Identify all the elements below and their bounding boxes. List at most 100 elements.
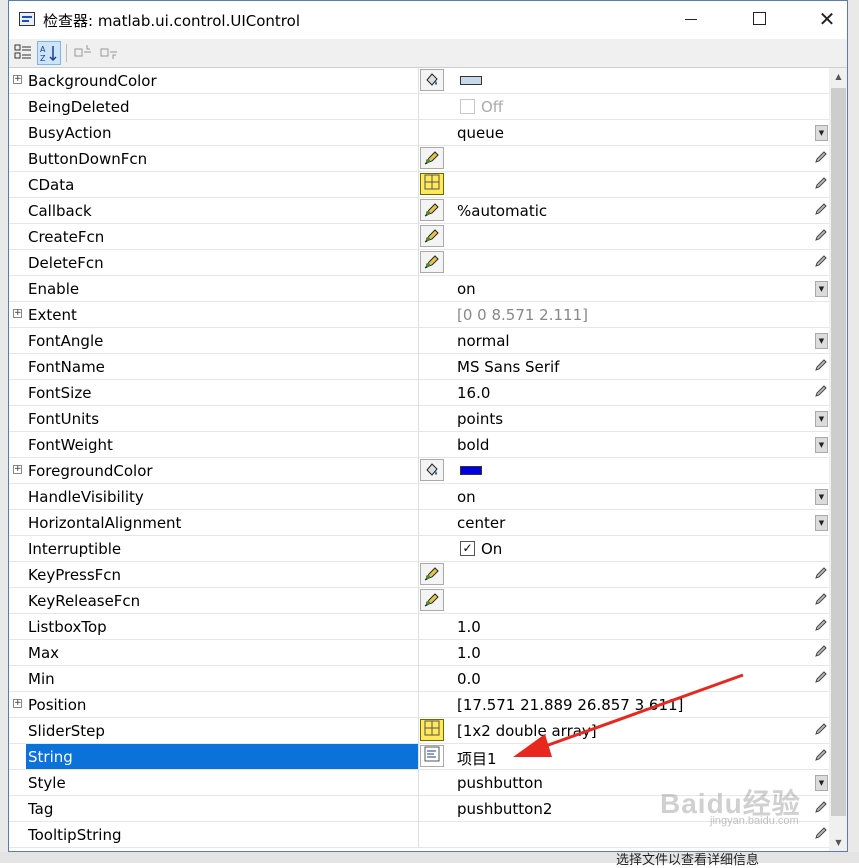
property-row-background-color[interactable]: + BackgroundColor [9,68,829,94]
title-bar[interactable]: 检查器: matlab.ui.control.UIControl ✕ [9,1,847,39]
scroll-up-button[interactable]: ▲ [829,68,847,86]
property-value[interactable]: pushbutton2 [457,800,552,818]
property-row-key-press-fcn[interactable]: KeyPressFcn [9,562,829,588]
dropdown-arrow-icon[interactable]: ▼ [815,281,828,297]
property-name-cell[interactable] [26,744,419,769]
scrollbar-thumb[interactable] [831,88,846,816]
property-value[interactable]: [0 0 8.571 2.111] [457,306,588,324]
dropdown-arrow-icon[interactable]: ▼ [815,437,828,453]
edit-pencil-icon[interactable] [813,670,829,686]
property-value[interactable]: 1.0 [457,618,481,636]
edit-pencil-icon[interactable] [813,228,829,244]
property-row-font-units[interactable]: FontUnits points ▼ [9,406,829,432]
collapse-all-button[interactable] [97,41,121,65]
property-row-horizontal-alignment[interactable]: HorizontalAlignment center ▼ [9,510,829,536]
property-row-busy-action[interactable]: BusyAction queue ▼ [9,120,829,146]
color-picker-icon[interactable] [420,69,444,91]
color-picker-icon[interactable] [420,459,444,481]
alphabetical-sort-button[interactable]: A Z [37,41,61,65]
property-row-create-fcn[interactable]: CreateFcn [9,224,829,250]
property-row-slider-step[interactable]: SliderStep [1x2 double array] [9,718,829,744]
callback-editor-icon[interactable] [420,251,444,273]
edit-pencil-icon[interactable] [813,150,829,166]
property-row-listbox-top[interactable]: ListboxTop 1.0 [9,614,829,640]
property-name-cell[interactable] [26,770,419,795]
expand-all-button[interactable] [71,41,95,65]
edit-pencil-icon[interactable] [813,722,829,738]
edit-pencil-icon[interactable] [813,202,829,218]
property-value[interactable]: 0.0 [457,670,481,688]
property-row-tooltip-string[interactable]: TooltipString [9,822,829,848]
property-row-foreground-color[interactable]: + ForegroundColor [9,458,829,484]
property-value[interactable]: %automatic [457,202,547,220]
callback-editor-icon[interactable] [420,563,444,585]
callback-editor-icon[interactable] [420,225,444,247]
property-value[interactable]: 16.0 [457,384,490,402]
property-row-key-release-fcn[interactable]: KeyReleaseFcn [9,588,829,614]
expand-toggle-icon[interactable]: + [13,465,22,474]
property-row-callback[interactable]: Callback %automatic [9,198,829,224]
property-name-cell[interactable] [26,640,419,665]
edit-pencil-icon[interactable] [813,176,829,192]
maximize-button[interactable] [736,1,782,37]
property-row-font-weight[interactable]: FontWeight bold ▼ [9,432,829,458]
callback-editor-icon[interactable] [420,147,444,169]
property-row-font-angle[interactable]: FontAngle normal ▼ [9,328,829,354]
edit-pencil-icon[interactable] [813,254,829,270]
property-value[interactable]: pushbutton [457,774,543,792]
property-row-button-down-fcn[interactable]: ButtonDownFcn [9,146,829,172]
property-row-enable[interactable]: Enable on ▼ [9,276,829,302]
property-row-max[interactable]: Max 1.0 [9,640,829,666]
property-value[interactable]: center [457,514,505,532]
property-row-interruptible[interactable]: Interruptible ✓ On [9,536,829,562]
dropdown-arrow-icon[interactable]: ▼ [815,515,828,531]
property-row-position[interactable]: + Position [17.571 21.889 26.857 3.611] [9,692,829,718]
edit-pencil-icon[interactable] [813,826,829,842]
edit-pencil-icon[interactable] [813,644,829,660]
callback-editor-icon[interactable] [420,589,444,611]
property-name-cell[interactable] [26,276,419,301]
dropdown-arrow-icon[interactable]: ▼ [815,333,828,349]
property-value[interactable]: [1x2 double array] [457,722,597,740]
property-value[interactable]: on [457,488,476,506]
property-value[interactable]: points [457,410,503,428]
edit-pencil-icon[interactable] [813,566,829,582]
vertical-scrollbar[interactable]: ▲ ▼ [829,68,847,851]
property-value[interactable]: queue [457,124,504,142]
edit-pencil-icon[interactable] [813,748,829,764]
property-row-string[interactable]: String 项目1 [9,744,829,770]
property-row-delete-fcn[interactable]: DeleteFcn [9,250,829,276]
property-name-cell[interactable] [26,302,419,327]
close-button[interactable]: ✕ [804,1,847,37]
property-name-cell[interactable] [26,172,419,197]
dropdown-arrow-icon[interactable]: ▼ [815,489,828,505]
array-editor-icon[interactable] [420,719,444,741]
property-row-being-deleted[interactable]: BeingDeleted Off [9,94,829,120]
property-name-cell[interactable] [26,796,419,821]
property-row-style[interactable]: Style pushbutton ▼ [9,770,829,796]
property-row-font-name[interactable]: FontName MS Sans Serif [9,354,829,380]
dropdown-arrow-icon[interactable]: ▼ [815,125,828,141]
expand-toggle-icon[interactable]: + [13,309,22,318]
callback-editor-icon[interactable] [420,199,444,221]
property-checkbox[interactable]: ✓ [460,541,475,556]
property-value[interactable]: MS Sans Serif [457,358,559,376]
property-value[interactable]: 项目1 [457,748,497,769]
edit-pencil-icon[interactable] [813,618,829,634]
property-value[interactable]: normal [457,332,510,350]
text-editor-icon[interactable] [420,745,444,767]
scroll-down-button[interactable]: ▼ [829,834,847,851]
edit-pencil-icon[interactable] [813,800,829,816]
property-row-tag[interactable]: Tag pushbutton2 [9,796,829,822]
property-row-extent[interactable]: + Extent [0 0 8.571 2.111] [9,302,829,328]
expand-toggle-icon[interactable]: + [13,699,22,708]
property-value[interactable]: on [457,280,476,298]
property-value[interactable]: 1.0 [457,644,481,662]
dropdown-arrow-icon[interactable]: ▼ [815,411,828,427]
expand-toggle-icon[interactable]: + [13,75,22,84]
edit-pencil-icon[interactable] [813,384,829,400]
dropdown-arrow-icon[interactable]: ▼ [815,775,828,791]
edit-pencil-icon[interactable] [813,358,829,374]
property-row-font-size[interactable]: FontSize 16.0 [9,380,829,406]
property-value[interactable]: bold [457,436,489,454]
